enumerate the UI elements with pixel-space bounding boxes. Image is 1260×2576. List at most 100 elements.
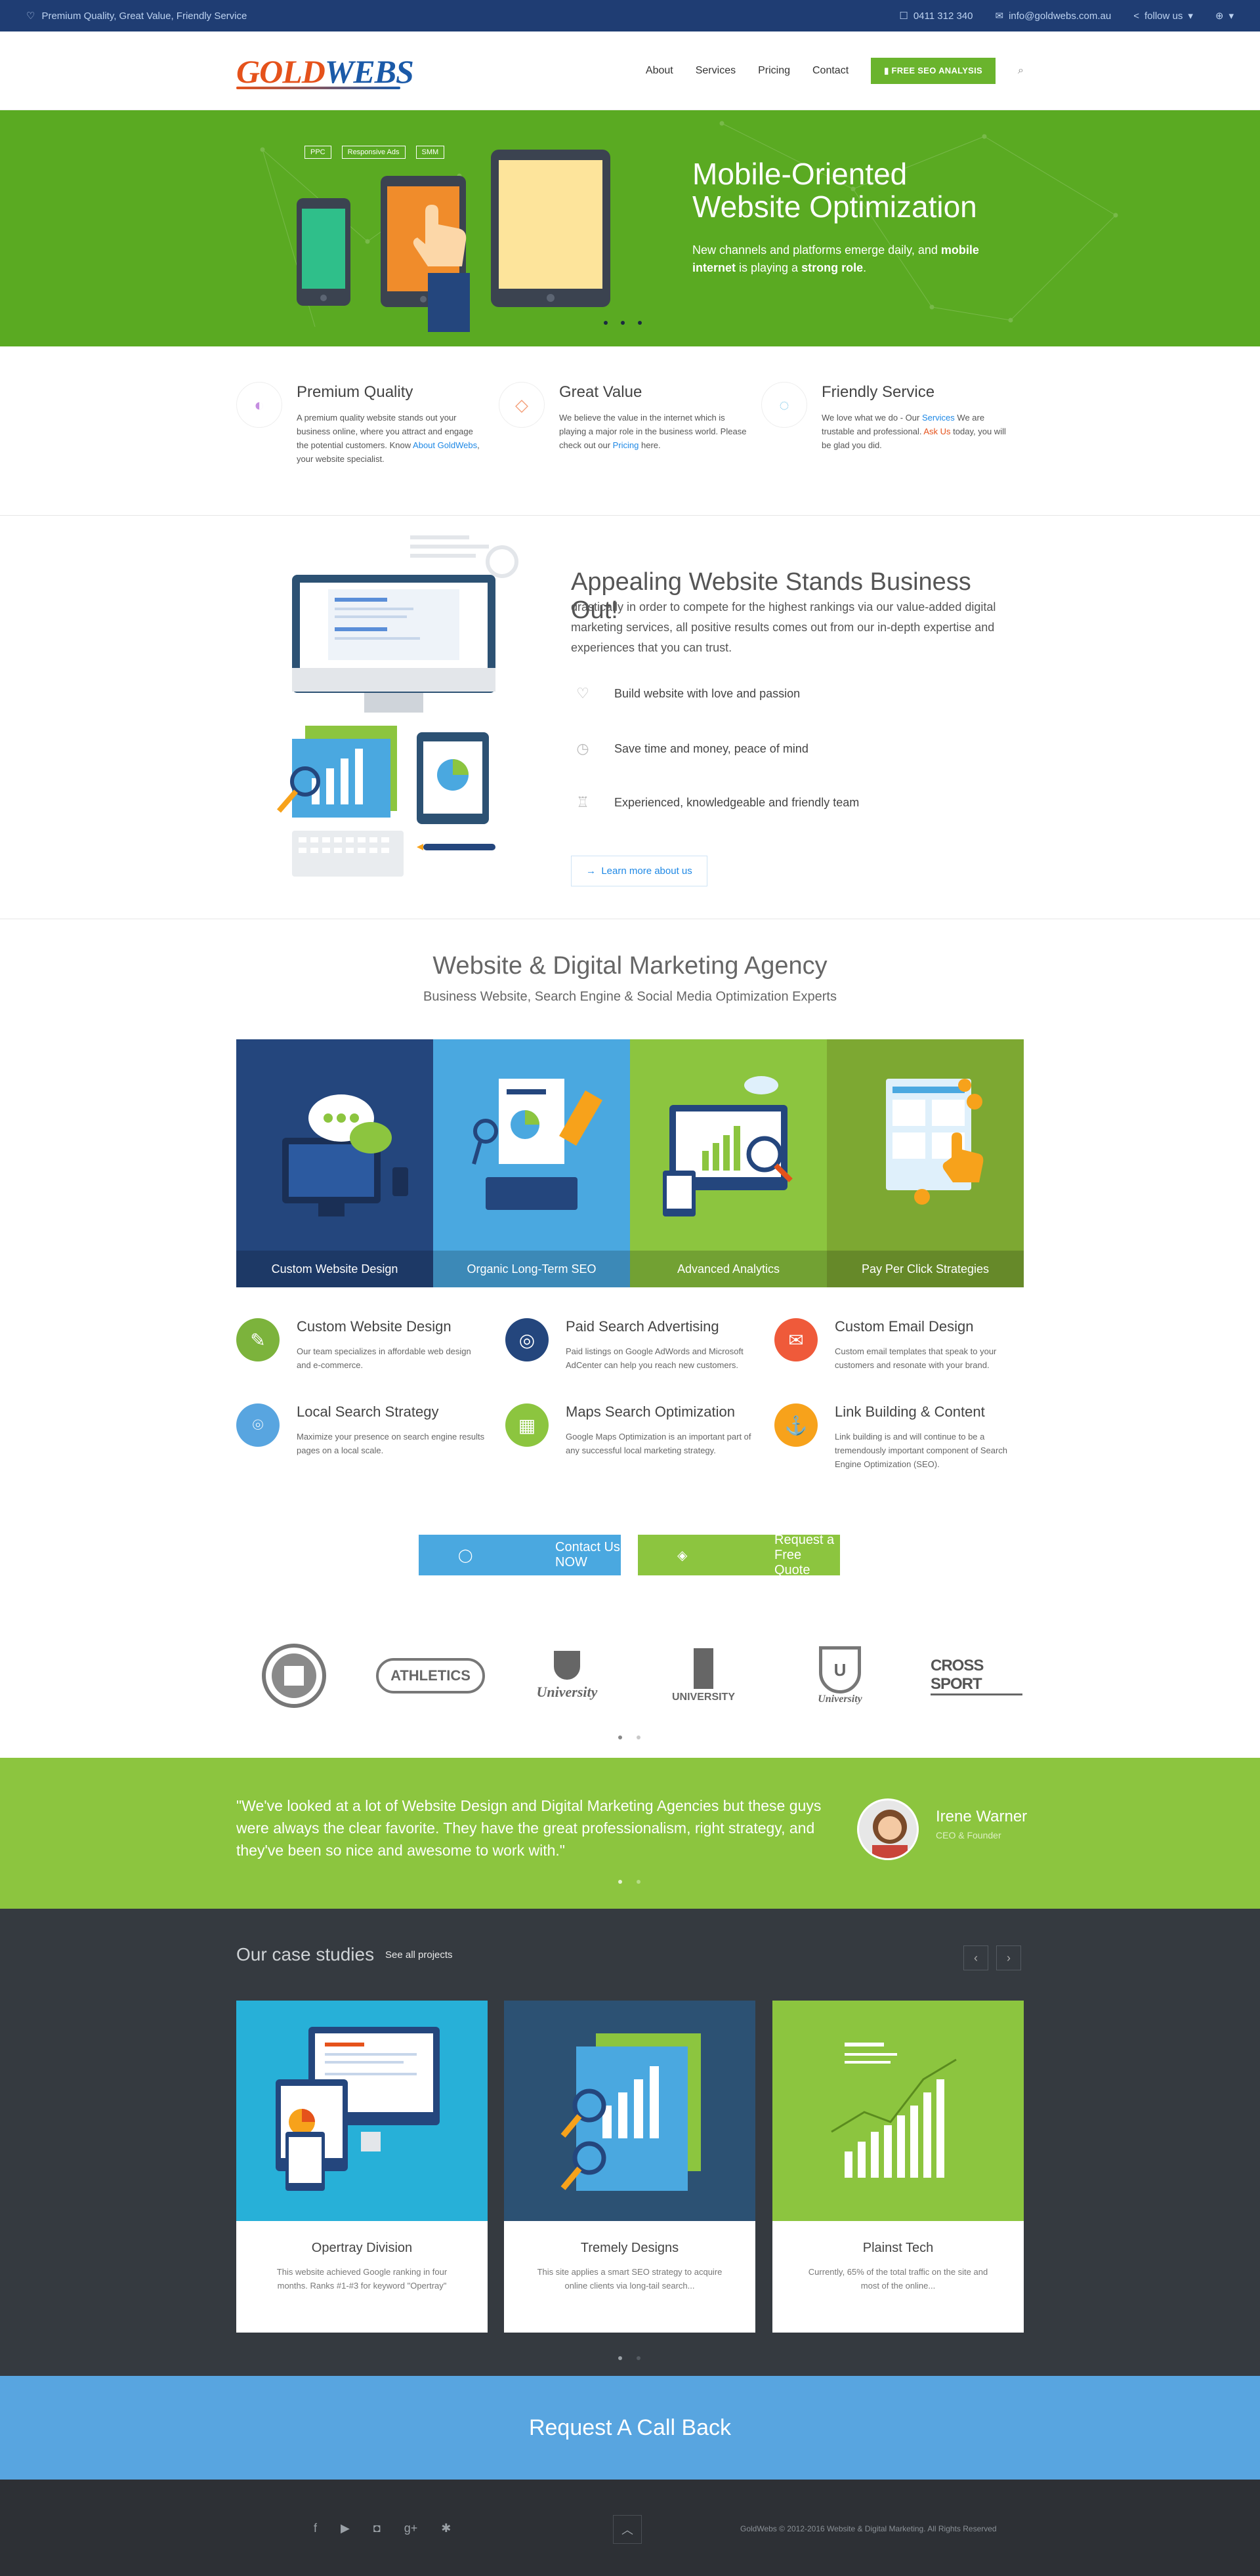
- case-card[interactable]: Plainst Tech Currently, 65% of the total…: [772, 2001, 1024, 2333]
- youtube-icon[interactable]: ▶: [341, 2522, 350, 2535]
- carousel-dot[interactable]: [637, 1880, 640, 1884]
- learn-more-button[interactable]: → Learn more about us: [571, 856, 707, 886]
- service-title[interactable]: Paid Search Advertising: [566, 1318, 756, 1335]
- back-to-top-button[interactable]: ︿: [613, 2515, 642, 2544]
- carousel-dot[interactable]: [637, 1735, 640, 1739]
- search-icon[interactable]: ⌕: [1018, 65, 1024, 77]
- tag-icon: ◈: [677, 1548, 688, 1563]
- carousel-dot[interactable]: [618, 1880, 622, 1884]
- map-icon: ▦: [505, 1403, 549, 1447]
- benefit-item: ♖ Experienced, knowledgeable and friendly…: [571, 794, 859, 811]
- chevron-up-icon: ︿: [621, 2524, 633, 2537]
- feature-great-value: ◇ Great Value We believe the value in th…: [499, 382, 761, 466]
- pricing-link[interactable]: Pricing: [613, 440, 639, 450]
- client-name: UNIVERSITY: [671, 1692, 735, 1703]
- facebook-icon[interactable]: f: [314, 2522, 317, 2535]
- client-logo[interactable]: University: [521, 1640, 613, 1712]
- agency-subtitle: Business Website, Search Engine & Social…: [423, 989, 837, 1004]
- client-logo[interactable]: U University: [794, 1640, 886, 1712]
- yelp-icon[interactable]: ✱: [441, 2522, 451, 2535]
- see-all-projects-link[interactable]: See all projects: [385, 1949, 453, 1961]
- copyright: GoldWebs © 2012-2016 Website & Digital M…: [740, 2524, 997, 2533]
- google-plus-icon[interactable]: g+: [404, 2522, 418, 2535]
- tile-advanced-analytics[interactable]: Advanced Analytics: [630, 1039, 827, 1287]
- slide-dot[interactable]: [604, 321, 608, 325]
- service-text: Paid listings on Google AdWords and Micr…: [566, 1346, 744, 1370]
- carousel-dot[interactable]: [637, 2356, 640, 2360]
- feature-title: Premium Quality: [297, 383, 413, 401]
- client-logo[interactable]: [248, 1640, 340, 1712]
- appealing-section: Appealing Website Stands Business Out! d…: [0, 516, 1260, 919]
- tile-pay-per-click[interactable]: Pay Per Click Strategies: [827, 1039, 1024, 1287]
- case-card[interactable]: Tremely Designs This site applies a smar…: [504, 2001, 755, 2333]
- instagram-icon[interactable]: ◘: [373, 2522, 381, 2535]
- nav-contact[interactable]: Contact: [812, 65, 849, 77]
- client-name: University: [818, 1693, 862, 1705]
- client-logo[interactable]: UNIVERSITY: [658, 1640, 749, 1712]
- chat-bubble-icon: ◌: [761, 382, 807, 428]
- hero-text-part: New channels and platforms emerge daily,…: [692, 243, 941, 257]
- tile-custom-website-design[interactable]: Custom Website Design: [236, 1039, 433, 1287]
- service-title[interactable]: Local Search Strategy: [297, 1403, 487, 1421]
- appeal-lead: drastically in order to compete for the …: [571, 600, 996, 654]
- case-card[interactable]: Opertray Division This website achieved …: [236, 2001, 488, 2333]
- seo-illustration: [472, 1079, 602, 1210]
- email-link[interactable]: ✉ info@goldwebs.com.au: [996, 10, 1112, 22]
- logo-gold: GOLD: [236, 53, 326, 90]
- request-callback-banner[interactable]: Request A Call Back: [0, 2376, 1260, 2480]
- client-name: ATHLETICS: [376, 1658, 485, 1693]
- chat-monitor-illustration: [282, 1094, 408, 1216]
- benefit-label: Experienced, knowledgeable and friendly …: [614, 795, 860, 809]
- benefit-item: ♡ Build website with love and passion: [571, 685, 800, 702]
- service-title[interactable]: Link Building & Content: [835, 1403, 1025, 1421]
- slide-dot[interactable]: [621, 321, 625, 325]
- services-link[interactable]: Services: [922, 413, 955, 423]
- carousel-dot[interactable]: [618, 2356, 622, 2360]
- feature-text: We love what we do - Our Services We are…: [822, 411, 1012, 452]
- hero-slider: PPC Responsive Ads SMM Mobile-Oriented W…: [0, 110, 1260, 346]
- site-logo[interactable]: GOLDWEBS: [236, 52, 414, 90]
- chevron-down-icon: ▾: [1228, 10, 1234, 22]
- clock-icon: ◷: [576, 740, 589, 757]
- case-image: [772, 2001, 1024, 2221]
- prev-arrow-icon[interactable]: ‹: [963, 1945, 988, 1970]
- features-section: ◐ Premium Quality A premium quality webs…: [0, 346, 1260, 516]
- nav-services[interactable]: Services: [696, 65, 736, 77]
- ask-us-link[interactable]: Ask Us: [923, 426, 950, 436]
- case-title: Opertray Division: [311, 2241, 413, 2255]
- language-dropdown[interactable]: ⊕ ▾: [1215, 10, 1234, 22]
- client-logo[interactable]: ATHLETICS: [376, 1640, 485, 1712]
- case-image: [236, 2001, 488, 2221]
- service-title[interactable]: Maps Search Optimization: [566, 1403, 756, 1421]
- carousel-dot[interactable]: [618, 1735, 622, 1739]
- nav-about[interactable]: About: [646, 65, 673, 77]
- free-quote-label: Request a Free Quote: [774, 1532, 835, 1577]
- service-title[interactable]: Custom Email Design: [835, 1318, 1025, 1335]
- diamond-icon: ◇: [499, 382, 545, 428]
- free-seo-analysis-button[interactable]: ▮ FREE SEO ANALYSIS: [871, 58, 996, 84]
- about-link[interactable]: About GoldWebs: [413, 440, 477, 450]
- tile-label: Custom Website Design: [236, 1251, 433, 1287]
- service-title[interactable]: Custom Website Design: [297, 1318, 487, 1335]
- clients-pagination: [618, 1735, 640, 1739]
- slide-dot[interactable]: [638, 321, 642, 325]
- follow-us-dropdown[interactable]: < follow us ▾: [1133, 10, 1193, 22]
- client-logo[interactable]: CROSS SPORT: [931, 1640, 1022, 1712]
- site-footer: f ▶ ◘ g+ ✱ ︿ GoldWebs © 2012-2016 Websit…: [0, 2480, 1260, 2576]
- phone-link[interactable]: ☐ 0411 312 340: [899, 10, 973, 22]
- globe-icon: ⊕: [1215, 10, 1224, 22]
- tile-label: Organic Long-Term SEO: [433, 1251, 630, 1287]
- next-arrow-icon[interactable]: ›: [996, 1945, 1021, 1970]
- chevron-down-icon: ▾: [1188, 10, 1193, 22]
- nav-pricing[interactable]: Pricing: [758, 65, 790, 77]
- contact-us-button[interactable]: ◯ Contact Us NOW: [419, 1535, 621, 1575]
- case-text: Currently, 65% of the total traffic on t…: [808, 2267, 988, 2291]
- feature-text: We believe the value in the internet whi…: [559, 411, 749, 452]
- feature-text: A premium quality website stands out you…: [297, 411, 487, 466]
- avatar: [857, 1798, 919, 1860]
- ppc-illustration: [886, 1079, 984, 1205]
- free-quote-button[interactable]: ◈ Request a Free Quote: [638, 1532, 840, 1577]
- service-maps-optimization: ▦ Maps Search Optimization Google Maps Opt…: [505, 1403, 774, 1471]
- heart-icon: ♡: [576, 685, 589, 701]
- tile-organic-seo[interactable]: Organic Long-Term SEO: [433, 1039, 630, 1287]
